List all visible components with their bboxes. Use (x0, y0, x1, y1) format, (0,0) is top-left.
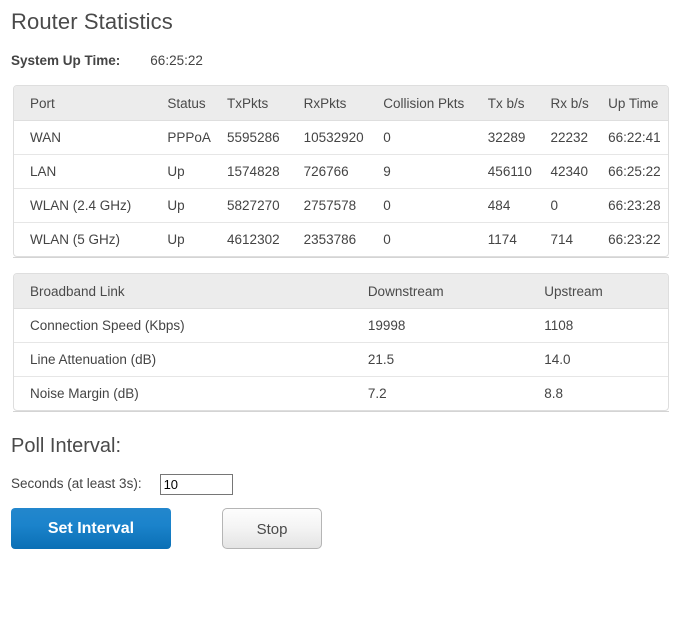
cell-rxpkts: 726766 (304, 155, 384, 189)
column-header-rxbs: Rx b/s (550, 86, 608, 121)
column-header-txpkts: TxPkts (227, 86, 304, 121)
table-row: WLAN (2.4 GHz) Up 5827270 2757578 0 484 … (14, 189, 668, 223)
system-uptime-value: 66:25:22 (150, 52, 203, 70)
table-row: Noise Margin (dB) 7.2 8.8 (14, 377, 668, 411)
set-interval-button[interactable]: Set Interval (11, 508, 171, 549)
cell-rxbs: 42340 (550, 155, 608, 189)
poll-interval-buttons: Set Interval Stop (0, 495, 682, 549)
table-header-row: Broadband Link Downstream Upstream (14, 274, 668, 309)
cell-txpkts: 5595286 (227, 121, 304, 155)
table-row: WLAN (5 GHz) Up 4612302 2353786 0 1174 7… (14, 223, 668, 257)
table-row: Connection Speed (Kbps) 19998 1108 (14, 309, 668, 343)
cell-status: Up (167, 189, 227, 223)
cell-port: WLAN (2.4 GHz) (14, 189, 167, 223)
column-header-port: Port (14, 86, 167, 121)
cell-port: WAN (14, 121, 167, 155)
column-header-uptime: Up Time (608, 86, 668, 121)
table-row: WAN PPPoA 5595286 10532920 0 32289 22232… (14, 121, 668, 155)
system-uptime-label: System Up Time: (11, 52, 120, 70)
table-row: Line Attenuation (dB) 21.5 14.0 (14, 343, 668, 377)
cell-txpkts: 5827270 (227, 189, 304, 223)
cell-downstream: 7.2 (368, 377, 544, 411)
cell-txpkts: 4612302 (227, 223, 304, 257)
section-divider-top (13, 257, 669, 258)
broadband-table-body: Connection Speed (Kbps) 19998 1108 Line … (14, 309, 668, 411)
broadband-table-head: Broadband Link Downstream Upstream (14, 274, 668, 309)
cell-collision: 0 (383, 189, 488, 223)
cell-rxpkts: 2757578 (304, 189, 384, 223)
system-uptime: System Up Time: 66:25:22 (0, 36, 682, 70)
cell-rxbs: 0 (550, 189, 608, 223)
router-statistics-page: Router Statistics System Up Time: 66:25:2… (0, 0, 682, 549)
column-header-status: Status (167, 86, 227, 121)
cell-metric-name: Noise Margin (dB) (14, 377, 368, 411)
cell-rxpkts: 2353786 (304, 223, 384, 257)
cell-status: Up (167, 155, 227, 189)
broadband-link-table-container: Broadband Link Downstream Upstream Conne… (13, 273, 669, 411)
page-title: Router Statistics (0, 0, 682, 36)
cell-rxbs: 714 (550, 223, 608, 257)
cell-port: WLAN (5 GHz) (14, 223, 167, 257)
cell-txbs: 1174 (488, 223, 551, 257)
seconds-input[interactable] (160, 474, 233, 495)
cell-status: Up (167, 223, 227, 257)
cell-downstream: 19998 (368, 309, 544, 343)
cell-upstream: 1108 (544, 309, 668, 343)
seconds-label: Seconds (at least 3s): (11, 474, 142, 494)
cell-port: LAN (14, 155, 167, 189)
cell-metric-name: Connection Speed (Kbps) (14, 309, 368, 343)
cell-txbs: 32289 (488, 121, 551, 155)
stop-button[interactable]: Stop (222, 508, 322, 549)
poll-interval-title: Poll Interval: (0, 412, 682, 459)
column-header-collision: Collision Pkts (383, 86, 488, 121)
column-header-upstream: Upstream (544, 274, 668, 309)
cell-uptime: 66:23:28 (608, 189, 668, 223)
cell-upstream: 8.8 (544, 377, 668, 411)
cell-uptime: 66:22:41 (608, 121, 668, 155)
cell-txbs: 484 (488, 189, 551, 223)
cell-collision: 0 (383, 121, 488, 155)
cell-txpkts: 1574828 (227, 155, 304, 189)
cell-status: PPPoA (167, 121, 227, 155)
cell-downstream: 21.5 (368, 343, 544, 377)
router-stats-table-container: Port Status TxPkts RxPkts Collision Pkts… (13, 85, 669, 257)
column-header-broadband-link: Broadband Link (14, 274, 368, 309)
column-header-downstream: Downstream (368, 274, 544, 309)
cell-rxbs: 22232 (550, 121, 608, 155)
table-header-row: Port Status TxPkts RxPkts Collision Pkts… (14, 86, 668, 121)
router-stats-table-head: Port Status TxPkts RxPkts Collision Pkts… (14, 86, 668, 121)
router-stats-table: Port Status TxPkts RxPkts Collision Pkts… (14, 86, 668, 256)
cell-uptime: 66:23:22 (608, 223, 668, 257)
cell-uptime: 66:25:22 (608, 155, 668, 189)
router-stats-table-body: WAN PPPoA 5595286 10532920 0 32289 22232… (14, 121, 668, 257)
table-row: LAN Up 1574828 726766 9 456110 42340 66:… (14, 155, 668, 189)
poll-interval-field-row: Seconds (at least 3s): (0, 459, 682, 495)
cell-txbs: 456110 (488, 155, 551, 189)
cell-rxpkts: 10532920 (304, 121, 384, 155)
column-header-txbs: Tx b/s (488, 86, 551, 121)
cell-upstream: 14.0 (544, 343, 668, 377)
cell-metric-name: Line Attenuation (dB) (14, 343, 368, 377)
column-header-rxpkts: RxPkts (304, 86, 384, 121)
broadband-link-table: Broadband Link Downstream Upstream Conne… (14, 274, 668, 410)
cell-collision: 9 (383, 155, 488, 189)
cell-collision: 0 (383, 223, 488, 257)
